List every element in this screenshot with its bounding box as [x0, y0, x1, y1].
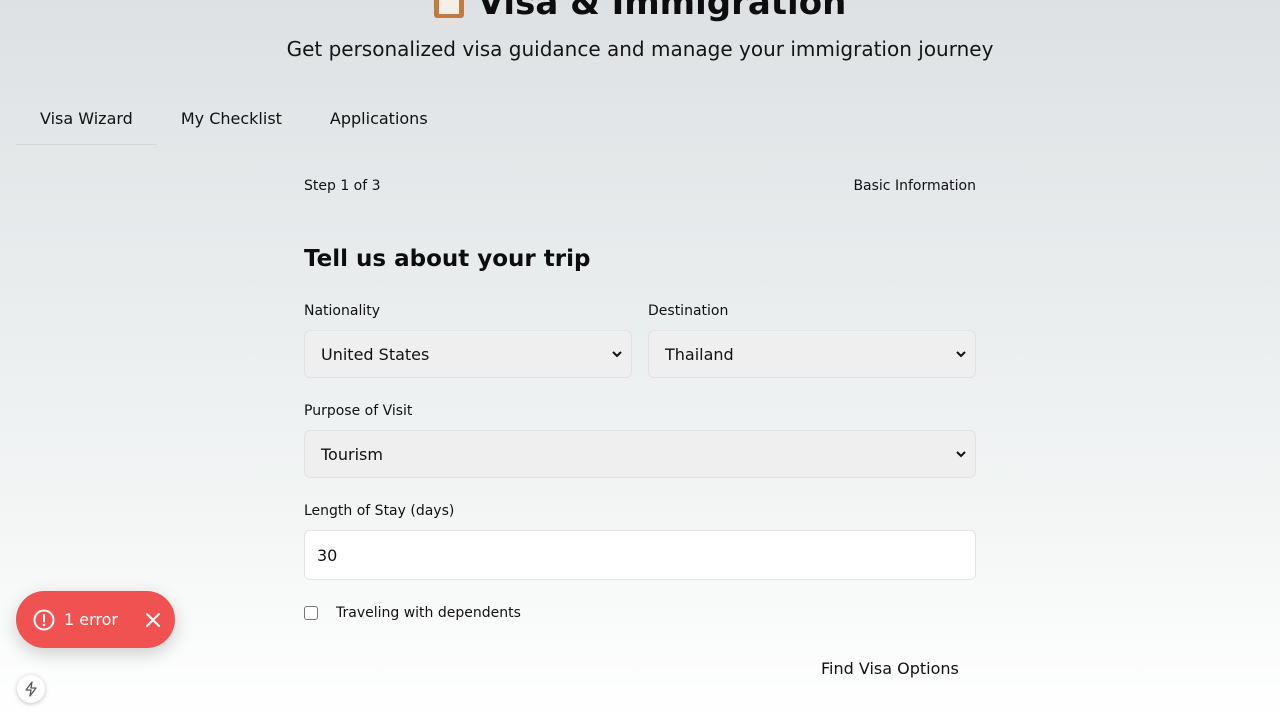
chevron-down-icon: [612, 351, 622, 358]
lightning-icon: [25, 681, 37, 697]
dependents-checkbox[interactable]: [304, 606, 318, 620]
alert-circle-icon: [33, 609, 55, 630]
page-title: Visa & Immigration: [0, 0, 1280, 23]
nationality-value: United States: [321, 344, 430, 364]
stay-length-input[interactable]: 30: [304, 530, 976, 580]
chevron-down-icon: [956, 451, 966, 458]
destination-value: Thailand: [665, 344, 734, 364]
tab-bar: Visa Wizard My Checklist Applications: [16, 96, 452, 145]
page-subtitle: Get personalized visa guidance and manag…: [286, 37, 994, 61]
purpose-select[interactable]: Tourism: [304, 430, 976, 478]
close-icon[interactable]: [145, 612, 161, 628]
purpose-label: Purpose of Visit: [304, 403, 413, 419]
step-count: Step 1 of 3: [304, 178, 381, 194]
form-title: Tell us about your trip: [304, 246, 591, 272]
chevron-down-icon: [956, 351, 966, 358]
tab-applications[interactable]: Applications: [306, 96, 452, 145]
destination-select[interactable]: Thailand: [648, 330, 976, 378]
destination-label: Destination: [648, 303, 729, 319]
step-indicator: Step 1 of 3 Basic Information: [304, 178, 976, 194]
purpose-value: Tourism: [321, 444, 383, 464]
error-toast[interactable]: 1 error: [16, 591, 175, 648]
nationality-label: Nationality: [304, 303, 381, 319]
find-visa-options-button[interactable]: Find Visa Options: [804, 657, 976, 681]
nationality-select[interactable]: United States: [304, 330, 632, 378]
tab-my-checklist[interactable]: My Checklist: [157, 96, 306, 145]
clipboard-icon: [433, 0, 464, 18]
dependents-label: Traveling with dependents: [336, 605, 521, 621]
stay-length-label: Length of Stay (days): [304, 503, 455, 519]
page-title-text: Visa & Immigration: [477, 0, 847, 23]
step-name: Basic Information: [853, 178, 976, 194]
devtools-button[interactable]: [17, 675, 45, 703]
error-count: 1 error: [64, 610, 118, 629]
tab-visa-wizard[interactable]: Visa Wizard: [16, 96, 157, 145]
